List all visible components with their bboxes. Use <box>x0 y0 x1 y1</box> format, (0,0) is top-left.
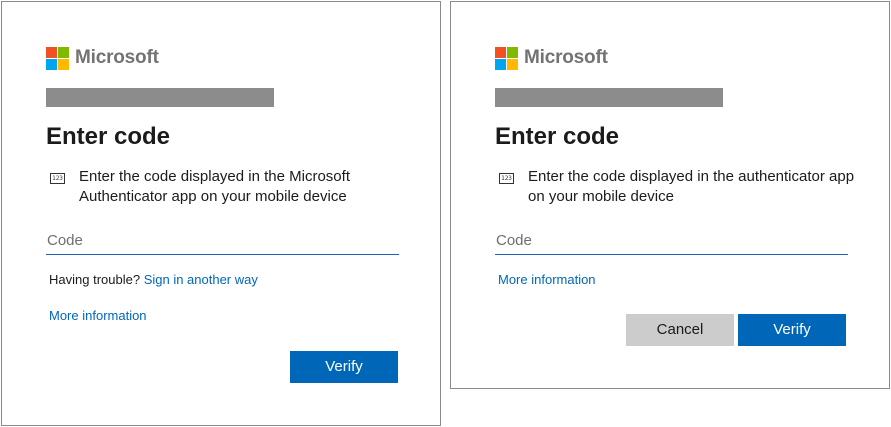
verify-button[interactable]: Verify <box>738 314 846 346</box>
microsoft-logo: Microsoft <box>46 46 159 70</box>
microsoft-logo-icon <box>46 46 69 70</box>
redacted-account-bar <box>495 88 723 107</box>
trouble-row: Having trouble? Sign in another way <box>49 272 258 287</box>
redacted-account-bar <box>46 88 274 107</box>
numeric-code-icon: 123 <box>50 173 65 184</box>
more-information-link[interactable]: More information <box>498 272 596 287</box>
numeric-code-icon: 123 <box>499 173 514 184</box>
microsoft-logo: Microsoft <box>495 46 608 70</box>
instruction-text: Enter the code displayed in the Microsof… <box>79 168 350 205</box>
more-information-link[interactable]: More information <box>49 308 147 323</box>
sign-in-dialog-left: Microsoft Enter code 123 Enter the code … <box>1 1 441 426</box>
cancel-button[interactable]: Cancel <box>626 314 734 346</box>
page-title: Enter code <box>46 123 171 150</box>
microsoft-logo-icon <box>495 46 518 70</box>
sign-in-dialog-right: Microsoft Enter code 123 Enter the code … <box>450 1 890 389</box>
page-title: Enter code <box>495 123 620 150</box>
sign-in-another-way-link[interactable]: Sign in another way <box>144 272 258 287</box>
code-input[interactable] <box>46 226 399 255</box>
code-input[interactable] <box>495 226 848 255</box>
verify-button[interactable]: Verify <box>290 351 398 383</box>
brand-name: Microsoft <box>524 47 608 68</box>
brand-name: Microsoft <box>75 47 159 68</box>
trouble-label: Having trouble? <box>49 272 141 287</box>
instruction-text: Enter the code displayed in the authenti… <box>528 168 855 205</box>
